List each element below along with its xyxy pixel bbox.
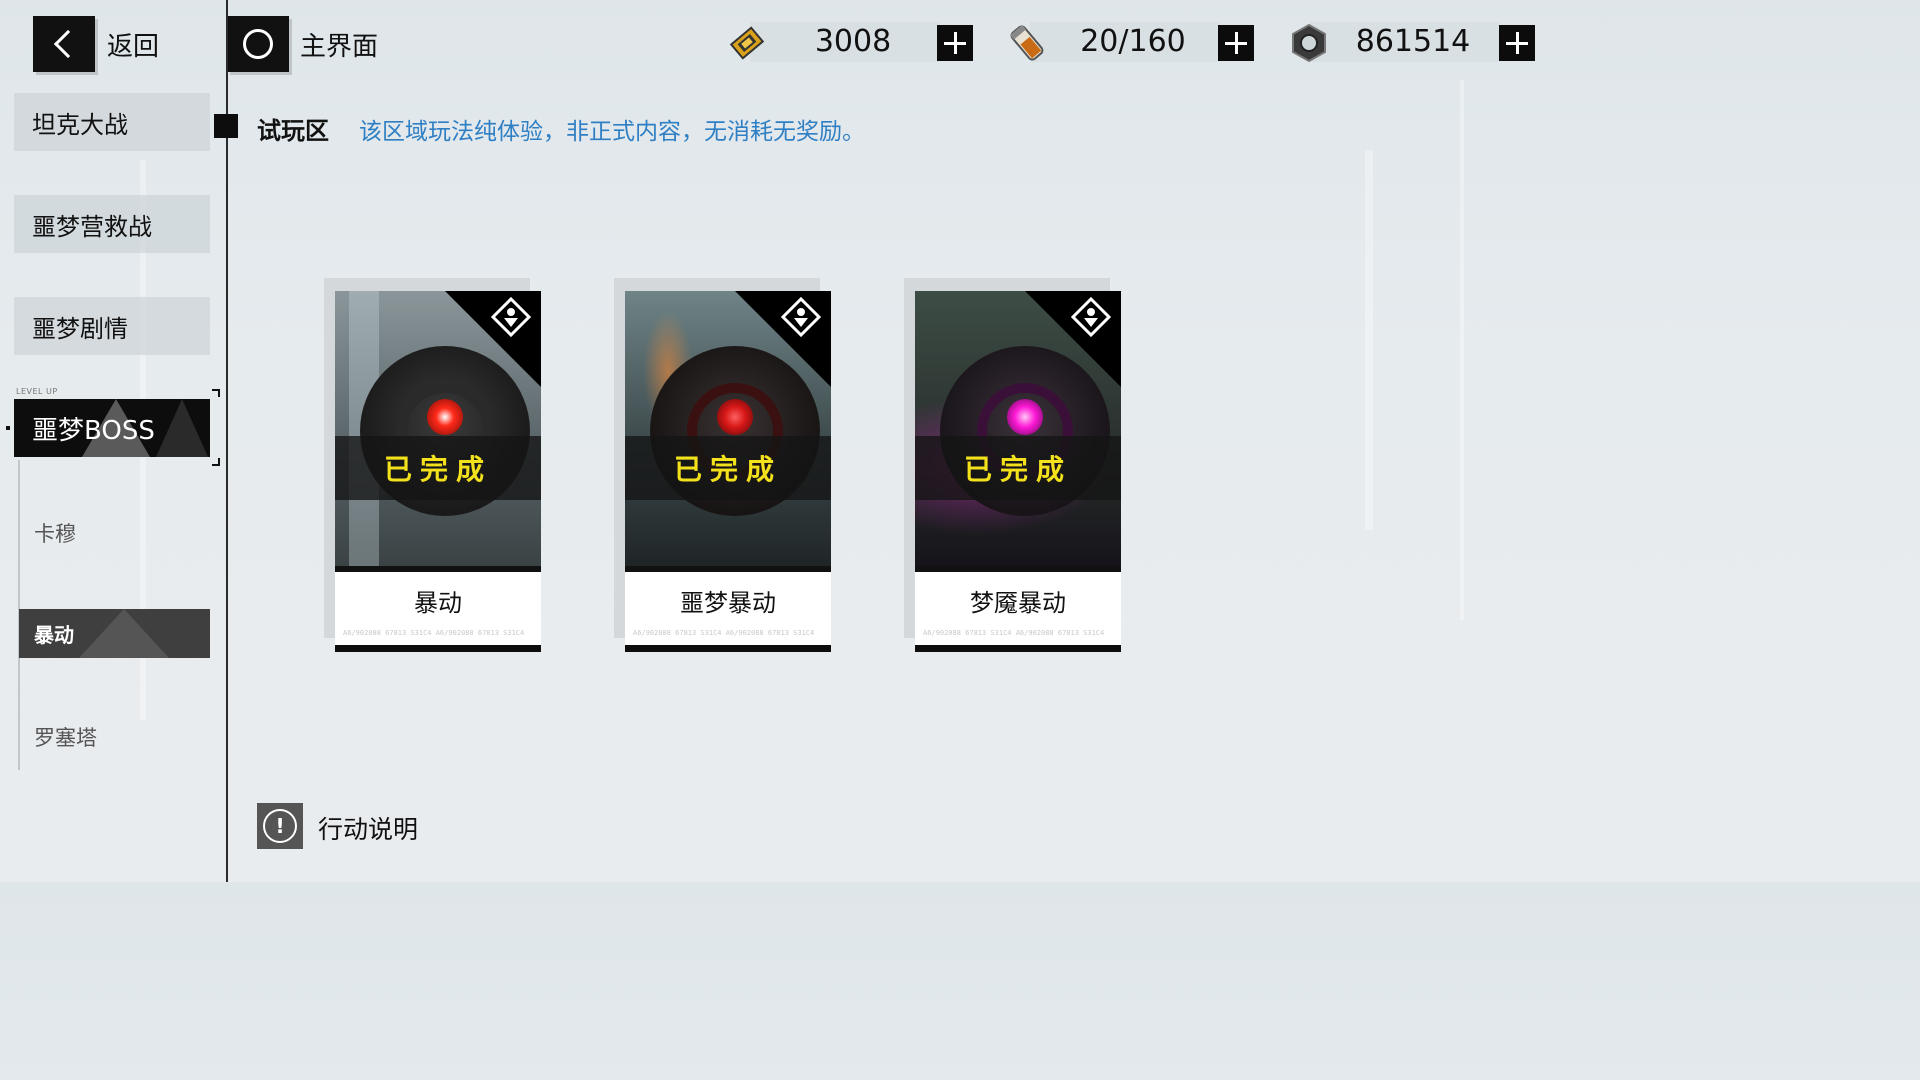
home-circle-icon — [243, 29, 273, 59]
subitem-kamu[interactable]: 卡穆 — [34, 518, 76, 548]
home-label[interactable]: 主界面 — [300, 26, 378, 63]
ticket-count: 3008 — [814, 24, 892, 59]
completed-label: 已完成 — [383, 453, 492, 486]
action-info-label[interactable]: 行动说明 — [318, 810, 418, 846]
currency-count: 861514 — [1355, 24, 1471, 59]
sidebar-item-nightmare-story[interactable]: 噩梦剧情 — [14, 297, 210, 355]
selection-bracket — [212, 458, 220, 466]
card-footer-bar — [335, 645, 541, 652]
stage-card-riot[interactable]: 已完成 暴动 A6/902088 67813 S31C4 A6/902088 6… — [335, 291, 541, 652]
boss-eye — [1007, 399, 1043, 435]
diamond-emblem-icon — [491, 297, 531, 337]
card-divider — [915, 566, 1121, 572]
sidebar-item-label: 坦克大战 — [32, 110, 128, 139]
level-up-tag: LEVEL UP — [16, 387, 58, 396]
background-stripe — [1365, 150, 1373, 530]
add-stamina-button[interactable] — [1218, 25, 1254, 61]
completed-label: 已完成 — [673, 453, 782, 486]
background-stripe — [1460, 80, 1464, 620]
card-divider — [335, 566, 541, 572]
sidebar-item-nightmare-boss[interactable]: 噩梦BOSS — [14, 399, 210, 457]
card-serial: A6/902088 67813 S31C4 A6/902088 67813 S3… — [923, 629, 1105, 637]
subitem-label: 暴动 — [34, 623, 74, 647]
chevron-left-icon — [53, 29, 83, 59]
completed-banner: 已完成 — [625, 436, 831, 500]
card-footer-bar — [915, 645, 1121, 652]
subitem-rosetta[interactable]: 罗塞塔 — [34, 722, 97, 752]
home-button[interactable] — [227, 16, 289, 72]
action-info-button[interactable]: ! — [257, 803, 303, 849]
stage-card-dream-demon-riot[interactable]: 已完成 梦魇暴动 A6/902088 67813 S31C4 A6/902088… — [915, 291, 1121, 652]
sidebar-item-tank-battle[interactable]: 坦克大战 — [14, 93, 210, 151]
boss-eye — [717, 399, 753, 435]
stamina-count: 20/160 — [1080, 24, 1186, 59]
back-button[interactable] — [33, 16, 95, 72]
sidebar-item-nightmare-rescue[interactable]: 噩梦营救战 — [14, 195, 210, 253]
completed-banner: 已完成 — [335, 436, 541, 500]
add-ticket-button[interactable] — [937, 25, 973, 61]
exclamation-icon: ! — [263, 809, 297, 843]
card-serial: A6/902088 67813 S31C4 A6/902088 67813 S3… — [343, 629, 525, 637]
diamond-emblem-icon — [781, 297, 821, 337]
back-label[interactable]: 返回 — [107, 26, 159, 63]
selection-marker — [6, 426, 10, 430]
card-divider — [625, 566, 831, 572]
add-currency-button[interactable] — [1499, 25, 1535, 61]
sidebar-item-label: 噩梦BOSS — [32, 415, 155, 446]
boss-eye — [427, 399, 463, 435]
card-title: 暴动 — [414, 589, 462, 617]
decor-triangle — [79, 609, 169, 658]
section-note: 该区域玩法纯体验，非正式内容，无消耗无奖励。 — [359, 119, 865, 145]
decor-triangle — [156, 399, 208, 457]
sidebar-item-label: 噩梦剧情 — [32, 314, 128, 343]
card-serial: A6/902088 67813 S31C4 A6/902088 67813 S3… — [633, 629, 815, 637]
subitem-riot[interactable]: 暴动 — [19, 609, 210, 658]
completed-banner: 已完成 — [915, 436, 1121, 500]
card-footer-bar — [625, 645, 831, 652]
ticket-icon — [729, 26, 765, 60]
completed-label: 已完成 — [963, 453, 1072, 486]
hex-nut-icon — [1292, 23, 1326, 63]
section-title: 试玩区 — [257, 117, 329, 145]
diamond-emblem-icon — [1071, 297, 1111, 337]
vial-icon — [1009, 24, 1044, 61]
selection-bracket — [212, 389, 220, 397]
stage-card-nightmare-riot[interactable]: 已完成 噩梦暴动 A6/902088 67813 S31C4 A6/902088… — [625, 291, 831, 652]
card-title: 梦魇暴动 — [970, 589, 1066, 617]
section-marker — [214, 114, 238, 138]
sidebar-item-label: 噩梦营救战 — [32, 212, 152, 241]
card-title: 噩梦暴动 — [680, 589, 776, 617]
